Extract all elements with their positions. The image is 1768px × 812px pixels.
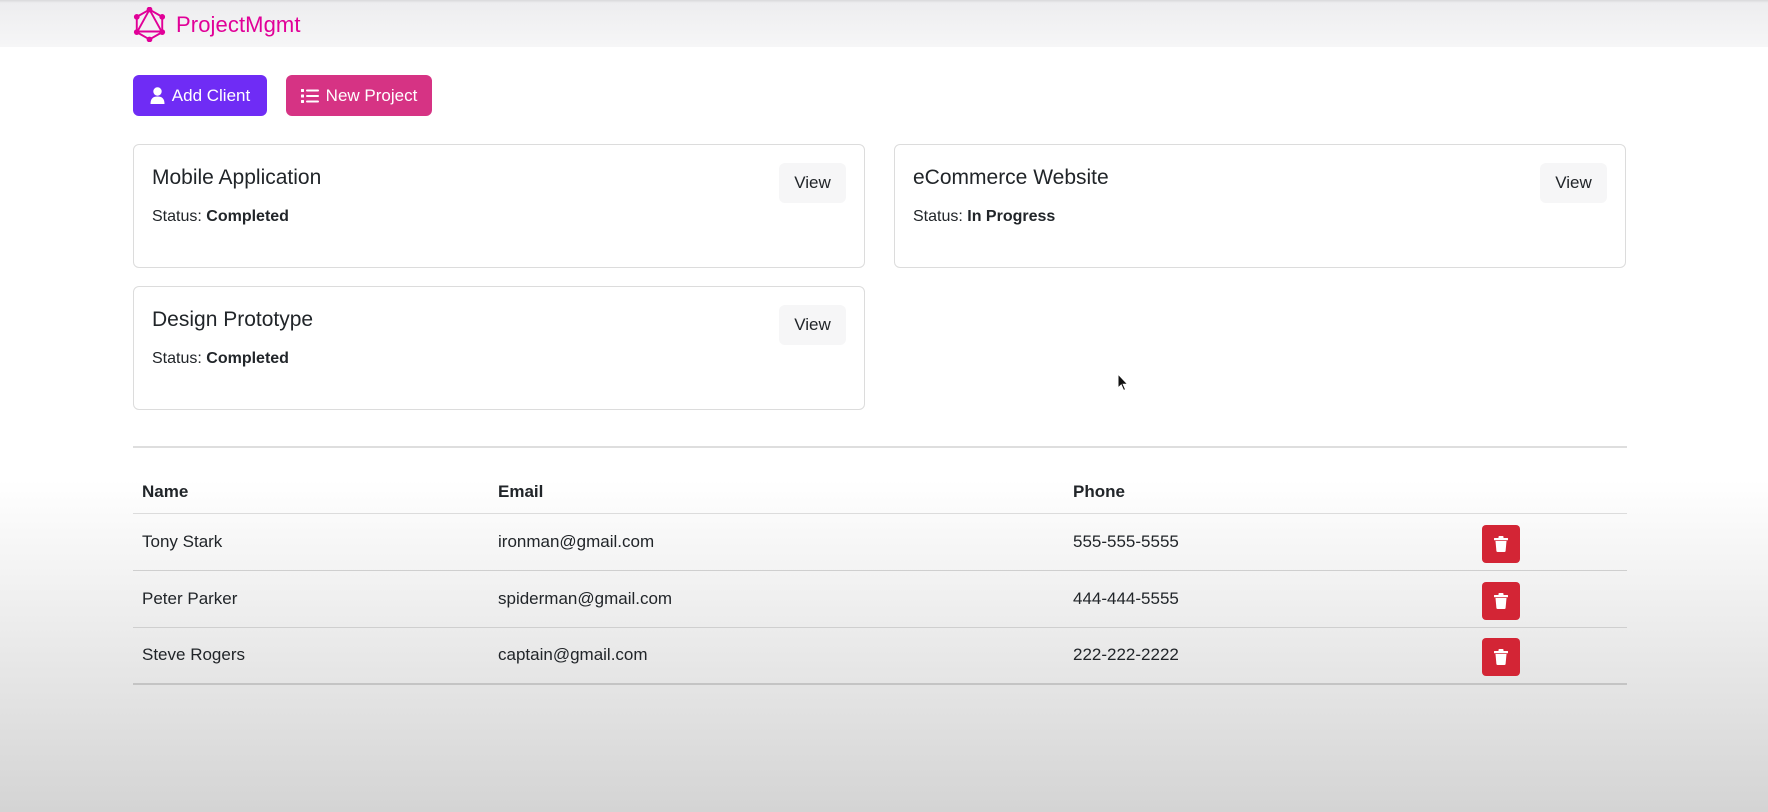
header-phone: Phone bbox=[1064, 471, 1471, 514]
client-actions bbox=[1471, 627, 1627, 685]
project-card: Mobile Application Status: Completed Vie… bbox=[133, 144, 865, 268]
client-phone: 555-555-5555 bbox=[1064, 513, 1471, 571]
client-name: Tony Stark bbox=[133, 513, 489, 571]
trash-icon bbox=[1494, 535, 1508, 552]
table-row: Tony Stark ironman@gmail.com 555-555-555… bbox=[133, 513, 1627, 571]
status-value: Completed bbox=[206, 350, 289, 367]
status-label: Status: bbox=[152, 350, 202, 367]
client-email: spiderman@gmail.com bbox=[489, 570, 1064, 628]
view-project-button[interactable]: View bbox=[779, 305, 846, 345]
mouse-cursor-icon bbox=[1117, 373, 1129, 392]
project-title: eCommerce Website bbox=[913, 166, 1109, 189]
section-divider bbox=[133, 446, 1627, 448]
project-card: eCommerce Website Status: In Progress Vi… bbox=[894, 144, 1626, 268]
new-project-button[interactable]: New Project bbox=[286, 75, 432, 116]
project-status: Status: Completed bbox=[152, 208, 289, 226]
status-value: In Progress bbox=[967, 208, 1056, 225]
trash-icon bbox=[1494, 592, 1508, 609]
project-status: Status: Completed bbox=[152, 350, 289, 368]
delete-client-button[interactable] bbox=[1482, 524, 1520, 563]
trash-icon bbox=[1494, 649, 1508, 666]
project-status: Status: In Progress bbox=[913, 208, 1055, 226]
client-email: captain@gmail.com bbox=[489, 627, 1064, 685]
client-email: ironman@gmail.com bbox=[489, 513, 1064, 571]
brand-name: ProjectMgmt bbox=[176, 11, 301, 37]
header-email: Email bbox=[489, 471, 1064, 514]
delete-client-button[interactable] bbox=[1482, 581, 1520, 620]
client-actions bbox=[1471, 513, 1627, 571]
client-actions bbox=[1471, 570, 1627, 628]
status-label: Status: bbox=[913, 208, 963, 225]
delete-client-button[interactable] bbox=[1482, 638, 1520, 677]
list-icon bbox=[300, 88, 319, 103]
status-value: Completed bbox=[206, 208, 289, 225]
client-phone: 222-222-2222 bbox=[1064, 627, 1471, 685]
user-icon bbox=[150, 87, 165, 104]
header-name: Name bbox=[133, 471, 489, 514]
project-title: Design Prototype bbox=[152, 308, 314, 331]
header-actions bbox=[1471, 471, 1627, 514]
view-project-button[interactable]: View bbox=[779, 163, 846, 203]
navbar: ProjectMgmt bbox=[0, 0, 1768, 47]
new-project-label: New Project bbox=[325, 85, 418, 105]
status-label: Status: bbox=[152, 208, 202, 225]
view-project-button[interactable]: View bbox=[1540, 163, 1607, 203]
table-row: Peter Parker spiderman@gmail.com 444-444… bbox=[133, 570, 1627, 628]
client-name: Steve Rogers bbox=[133, 627, 489, 685]
clients-table: Name Email Phone Tony Stark ironman@gmai… bbox=[133, 471, 1627, 685]
table-row: Steve Rogers captain@gmail.com 222-222-2… bbox=[133, 627, 1627, 685]
client-name: Peter Parker bbox=[133, 570, 489, 628]
add-client-button[interactable]: Add Client bbox=[133, 75, 267, 116]
graphql-logo-icon bbox=[133, 7, 166, 42]
project-title: Mobile Application bbox=[152, 166, 322, 189]
client-phone: 444-444-5555 bbox=[1064, 570, 1471, 628]
project-card: Design Prototype Status: Completed View bbox=[133, 286, 865, 410]
table-header-row: Name Email Phone bbox=[133, 471, 1627, 514]
brand-link[interactable]: ProjectMgmt bbox=[133, 7, 301, 42]
add-client-label: Add Client bbox=[171, 85, 251, 105]
